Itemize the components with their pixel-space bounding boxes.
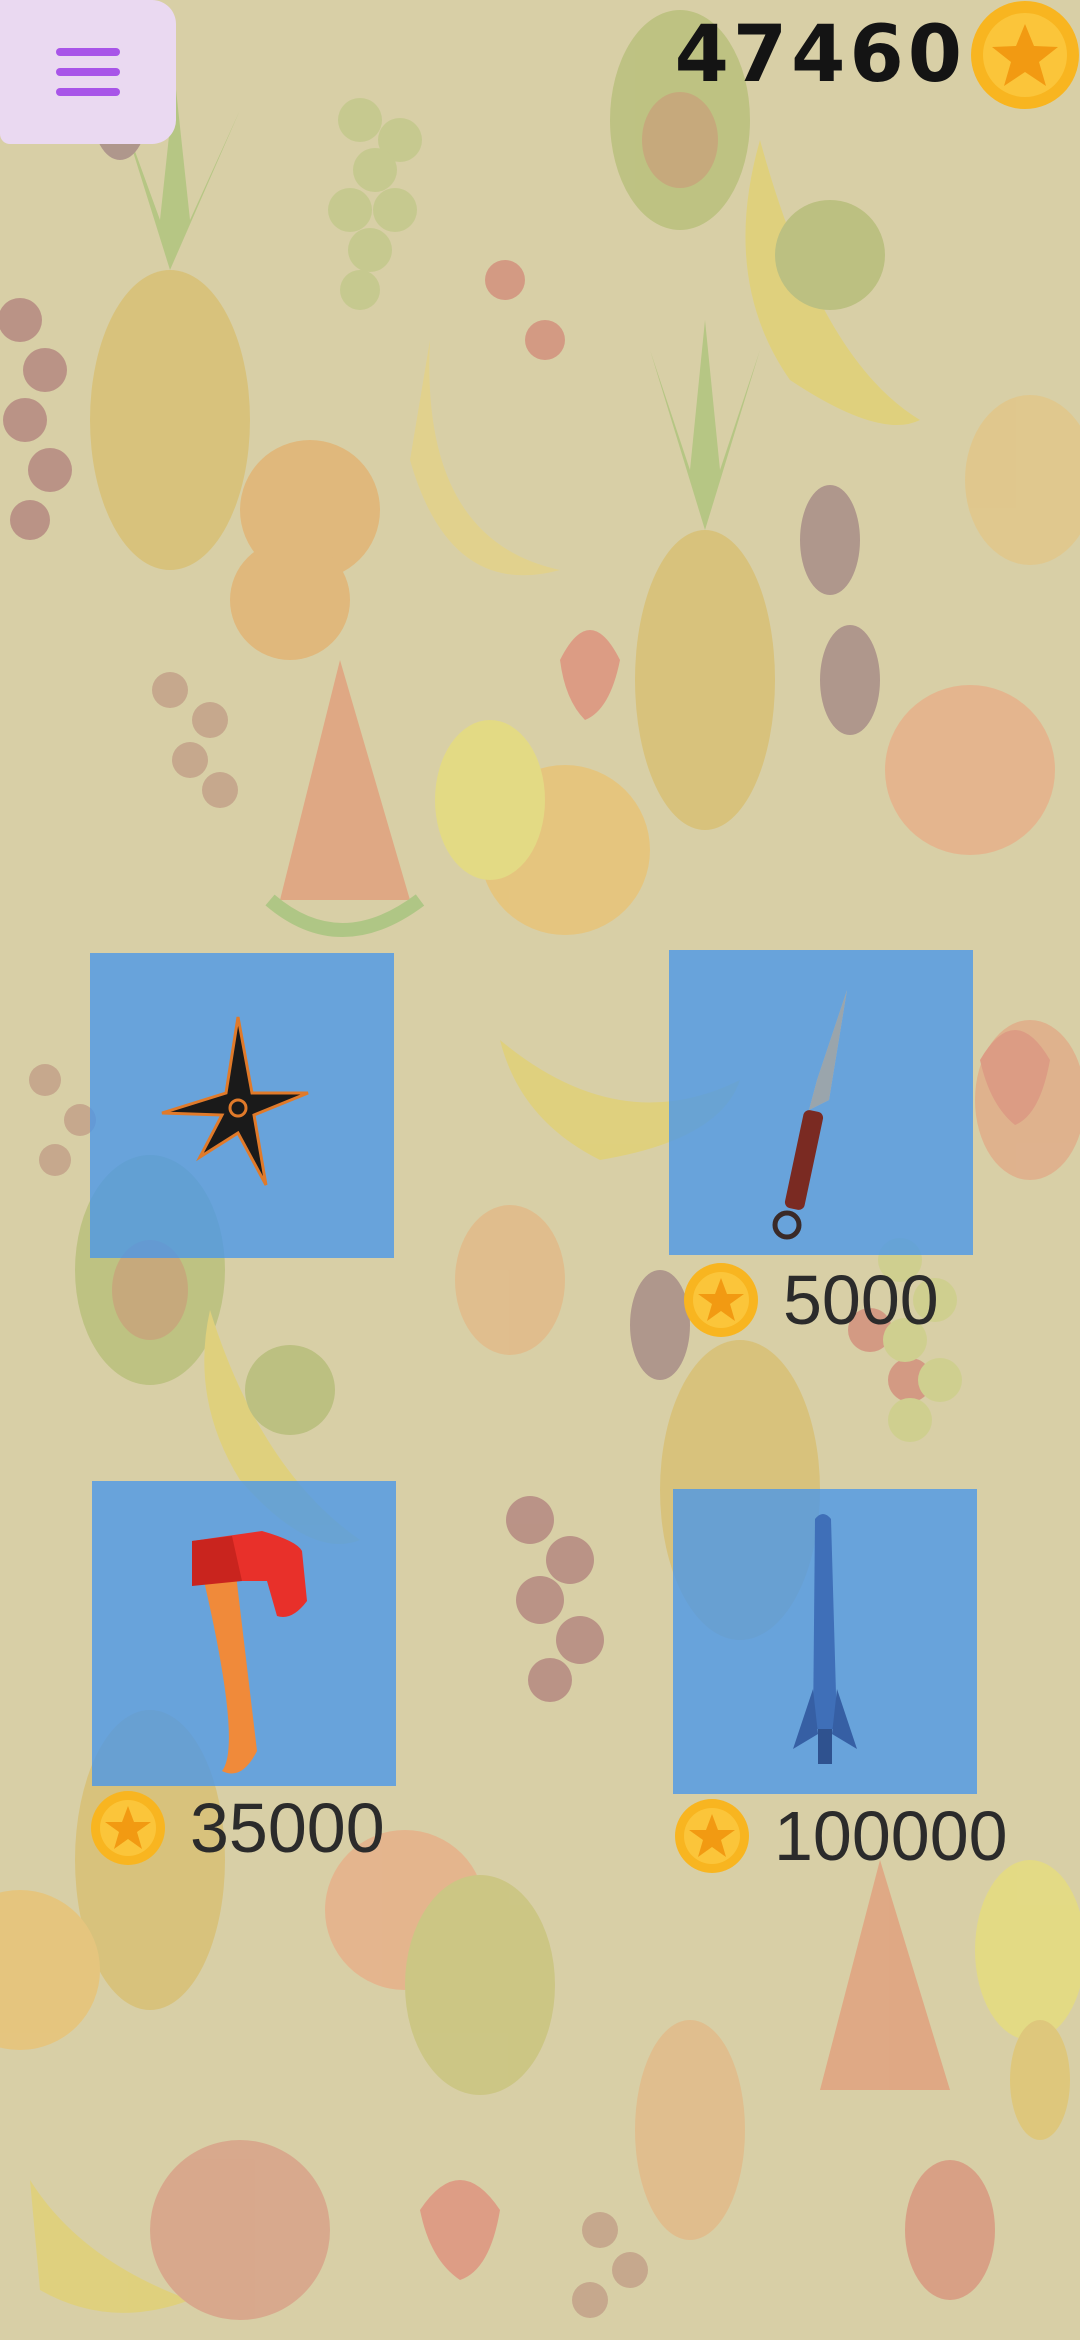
mango-icon <box>635 2020 745 2240</box>
coin-balance-display: 47460 <box>675 0 1080 110</box>
apple-icon <box>965 395 1080 565</box>
peach-icon <box>905 2160 995 2300</box>
menu-button[interactable] <box>0 0 176 144</box>
blackberry-icon <box>820 625 880 735</box>
hamburger-menu-icon <box>56 48 120 96</box>
peach-icon <box>455 1205 565 1355</box>
star-coin-icon <box>684 1263 758 1337</box>
shop-item-shuriken[interactable] <box>90 953 394 1258</box>
kunai-icon <box>772 990 847 1240</box>
lemon-icon <box>435 720 545 880</box>
watermelon-icon <box>280 660 410 900</box>
shop-item-kunai[interactable] <box>669 950 973 1255</box>
price-rocket: 100000 <box>674 1798 1008 1874</box>
star-coin-icon <box>675 1799 749 1873</box>
axe-icon <box>192 1531 307 1774</box>
price-label: 35000 <box>190 1789 385 1867</box>
pomegranate-icon <box>150 2140 330 2320</box>
watermelon-icon <box>820 1860 950 2090</box>
coin-balance: 47460 <box>674 10 966 100</box>
star-coin-icon <box>91 1791 165 1865</box>
shop-item-rocket[interactable] <box>673 1489 977 1794</box>
lemon-icon <box>1010 2020 1070 2140</box>
shop-item-axe[interactable] <box>92 1481 396 1786</box>
strawberry-icon <box>560 630 620 720</box>
mango-icon <box>405 1875 555 2095</box>
grapes-icon <box>328 98 422 310</box>
kiwi-icon <box>245 1345 335 1435</box>
price-axe: 35000 <box>90 1790 385 1866</box>
price-label: 5000 <box>783 1261 939 1339</box>
shuriken-icon <box>161 1016 309 1186</box>
price-kunai: 5000 <box>683 1262 939 1338</box>
star-coin-icon <box>971 1 1079 109</box>
rocket-icon <box>793 1514 857 1764</box>
strawberry-icon <box>420 2180 500 2280</box>
grapefruit-icon <box>885 685 1055 855</box>
pineapple-icon <box>635 320 775 830</box>
price-label: 100000 <box>774 1797 1008 1875</box>
blackberry-icon <box>630 1270 690 1380</box>
kiwi-icon <box>775 200 885 310</box>
lemon-icon <box>975 1860 1080 2040</box>
melon-icon <box>410 340 560 576</box>
blackberry-icon <box>800 485 860 595</box>
